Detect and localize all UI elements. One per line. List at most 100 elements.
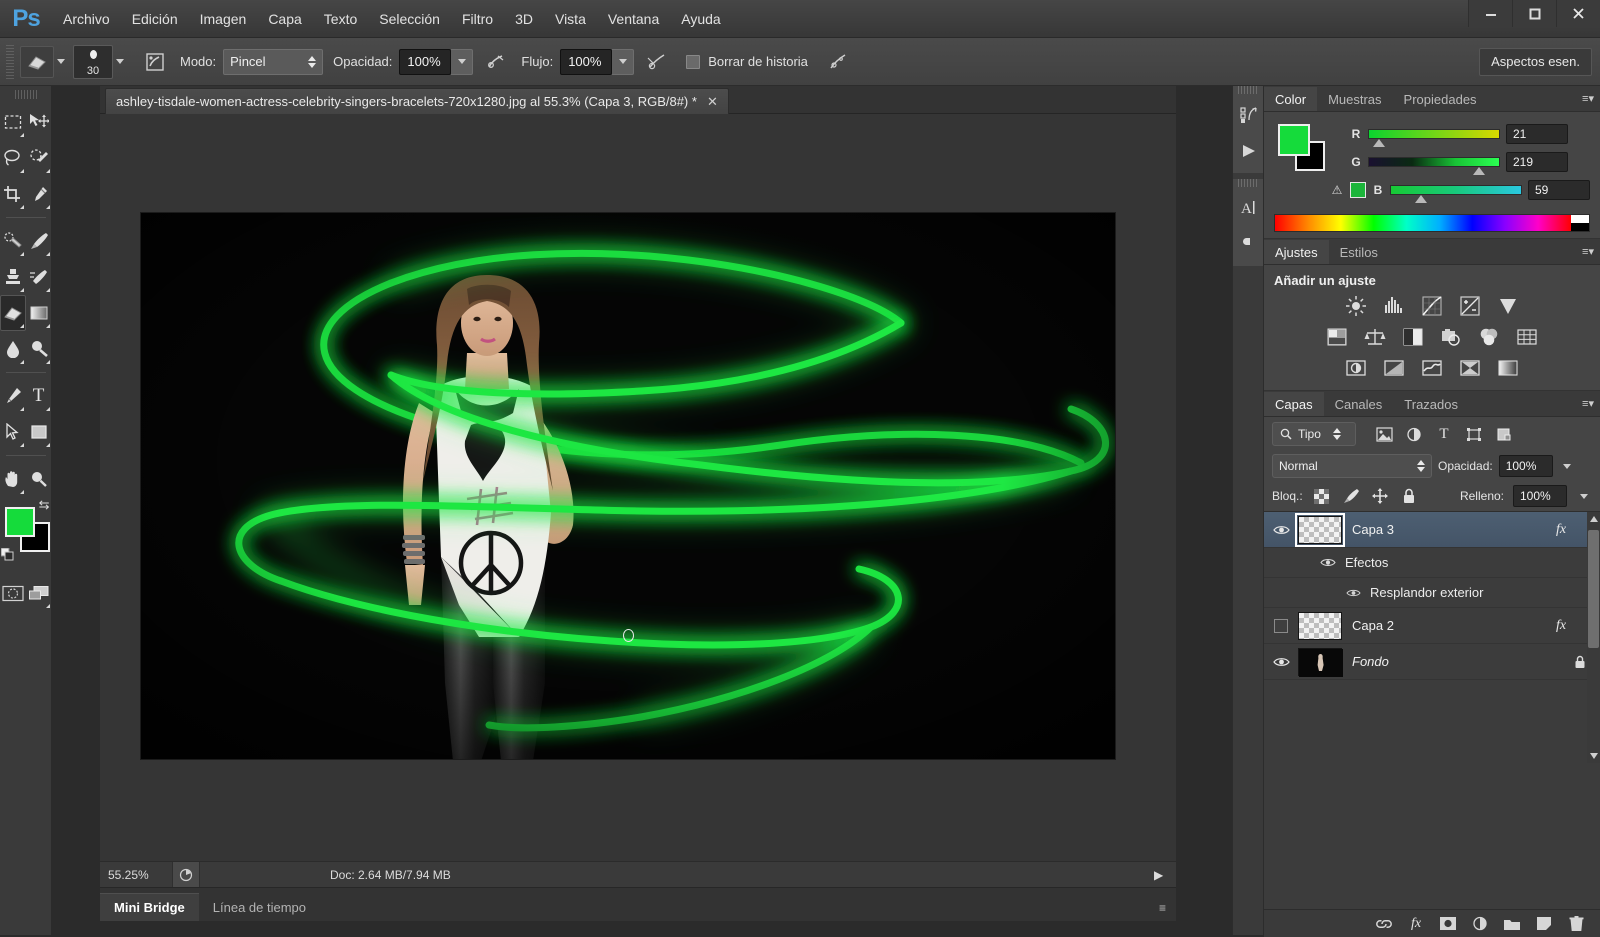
- eraser-tool[interactable]: [0, 295, 26, 331]
- layer-name[interactable]: Capa 3: [1352, 522, 1548, 537]
- dock-group-grip[interactable]: [1238, 86, 1258, 94]
- close-document-icon[interactable]: ✕: [707, 94, 718, 110]
- menu-ventana[interactable]: Ventana: [597, 0, 670, 38]
- tool-preset-chevron-down-icon[interactable]: [57, 59, 65, 64]
- maximize-button[interactable]: [1512, 0, 1556, 27]
- adjustment-filter-icon[interactable]: [1402, 422, 1426, 446]
- new-layer-icon[interactable]: [1532, 912, 1556, 936]
- layer-filter-type-select[interactable]: Tipo: [1272, 422, 1356, 446]
- tab-estilos[interactable]: Estilos: [1328, 240, 1389, 264]
- horizontal-type-tool[interactable]: T: [26, 378, 52, 414]
- tab-color[interactable]: Color: [1264, 87, 1318, 111]
- toggle-brush-panel-button[interactable]: [140, 47, 170, 77]
- paragraph-panel-button[interactable]: [1233, 226, 1265, 262]
- menu-vista[interactable]: Vista: [544, 0, 597, 38]
- bottom-panel-menu-icon[interactable]: ≡: [1159, 901, 1166, 915]
- gradient-tool[interactable]: [26, 295, 52, 331]
- minimize-button[interactable]: [1468, 0, 1512, 27]
- history-brush-tool[interactable]: [26, 259, 52, 295]
- move-tool[interactable]: [26, 104, 52, 140]
- effects-visibility-toggle[interactable]: [1320, 557, 1336, 568]
- tool-preset-picker[interactable]: [20, 45, 65, 78]
- dodge-tool[interactable]: [26, 331, 52, 367]
- tab-muestras[interactable]: Muestras: [1317, 87, 1393, 111]
- close-button[interactable]: [1556, 0, 1600, 27]
- brush-picker-chevron-down-icon[interactable]: [116, 59, 124, 64]
- pressure-size-button[interactable]: [823, 47, 853, 77]
- lock-position-icon[interactable]: [1370, 486, 1390, 506]
- tab-ajustes[interactable]: Ajustes: [1264, 240, 1329, 264]
- history-panel-button[interactable]: [1233, 97, 1265, 133]
- tab-capas[interactable]: Capas: [1264, 392, 1324, 416]
- tab-linea-de-tiempo[interactable]: Línea de tiempo: [199, 893, 320, 921]
- options-bar-grip[interactable]: [6, 44, 14, 79]
- mode-select[interactable]: Pincel: [223, 48, 324, 75]
- threshold-icon[interactable]: [1419, 356, 1445, 380]
- spot-healing-brush-tool[interactable]: [0, 223, 26, 259]
- posterize-icon[interactable]: [1381, 356, 1407, 380]
- screen-mode-button[interactable]: [26, 575, 52, 611]
- clone-stamp-tool[interactable]: [0, 259, 26, 295]
- slider-track-r[interactable]: [1368, 129, 1500, 147]
- pressure-opacity-button[interactable]: [481, 47, 511, 77]
- zoom-level-input[interactable]: 55.25%: [100, 868, 172, 882]
- type-filter-icon[interactable]: T: [1432, 422, 1456, 446]
- canvas-area[interactable]: [100, 114, 1176, 861]
- table-row[interactable]: Fondo: [1264, 644, 1600, 680]
- rectangular-marquee-tool[interactable]: [0, 104, 26, 140]
- lock-transparency-icon[interactable]: [1312, 486, 1332, 506]
- document-tab[interactable]: ashley-tisdale-women-actress-celebrity-s…: [105, 88, 729, 114]
- layer-fill-input[interactable]: 100%: [1513, 485, 1567, 507]
- menu-filtro[interactable]: Filtro: [451, 0, 504, 38]
- menu-capa[interactable]: Capa: [257, 0, 312, 38]
- blend-mode-select[interactable]: Normal: [1272, 454, 1432, 478]
- rectangle-tool[interactable]: [26, 414, 52, 450]
- photo-filter-icon[interactable]: [1438, 325, 1464, 349]
- layers-panel-menu-icon[interactable]: ≡▾: [1582, 397, 1594, 410]
- layer-visibility-toggle[interactable]: [1264, 524, 1298, 536]
- channel-value-r[interactable]: 21: [1506, 124, 1568, 144]
- slider-track-b[interactable]: [1390, 185, 1522, 203]
- invert-icon[interactable]: [1343, 356, 1369, 380]
- levels-icon[interactable]: [1381, 294, 1407, 318]
- layers-scrollbar[interactable]: [1587, 512, 1600, 763]
- foreground-color-swatch[interactable]: [4, 507, 35, 537]
- menu-3d[interactable]: 3D: [504, 0, 544, 38]
- layer-thumbnail[interactable]: [1298, 647, 1343, 677]
- color-panel-menu-icon[interactable]: ≡▾: [1582, 92, 1594, 105]
- effect-visibility-toggle[interactable]: [1346, 588, 1361, 598]
- hand-tool[interactable]: [0, 461, 26, 497]
- crop-tool[interactable]: [0, 176, 26, 212]
- exposure-icon[interactable]: [1457, 294, 1483, 318]
- layer-fx-badge[interactable]: fx: [1548, 618, 1574, 634]
- layer-effects-group[interactable]: Efectos: [1264, 548, 1600, 578]
- brush-tool[interactable]: [26, 223, 52, 259]
- menu-imagen[interactable]: Imagen: [189, 0, 258, 38]
- layer-visibility-toggle[interactable]: [1264, 656, 1298, 668]
- workspace-switcher-button[interactable]: Aspectos esen.: [1479, 47, 1592, 76]
- dock-group-grip[interactable]: [1238, 179, 1258, 187]
- quick-mask-button[interactable]: [0, 575, 26, 611]
- image-canvas[interactable]: [140, 212, 1116, 760]
- menu-ayuda[interactable]: Ayuda: [670, 0, 731, 38]
- erase-history-checkbox[interactable]: [686, 54, 701, 69]
- zoom-tool[interactable]: [26, 461, 52, 497]
- selective-color-icon[interactable]: [1457, 356, 1483, 380]
- status-menu-arrow-icon[interactable]: ▶: [1154, 868, 1176, 882]
- curves-icon[interactable]: [1419, 294, 1445, 318]
- brush-size-picker[interactable]: 30: [73, 44, 113, 79]
- vibrance-icon[interactable]: [1495, 294, 1521, 318]
- channel-value-g[interactable]: 219: [1506, 152, 1568, 172]
- gamut-warning-icon[interactable]: ⚠: [1330, 183, 1344, 197]
- delete-layer-icon[interactable]: [1564, 912, 1588, 936]
- path-selection-tool[interactable]: [0, 414, 26, 450]
- layer-thumbnail[interactable]: [1298, 611, 1342, 640]
- quick-selection-tool[interactable]: [26, 140, 52, 176]
- layer-opacity-input[interactable]: 100%: [1498, 455, 1553, 477]
- add-layer-style-icon[interactable]: fx: [1404, 912, 1428, 936]
- link-layers-icon[interactable]: [1372, 912, 1396, 936]
- black-white-icon[interactable]: [1400, 325, 1426, 349]
- flow-dropdown-button[interactable]: [612, 48, 635, 75]
- flow-input[interactable]: 100%: [560, 48, 613, 75]
- opacity-dropdown-button[interactable]: [451, 48, 474, 75]
